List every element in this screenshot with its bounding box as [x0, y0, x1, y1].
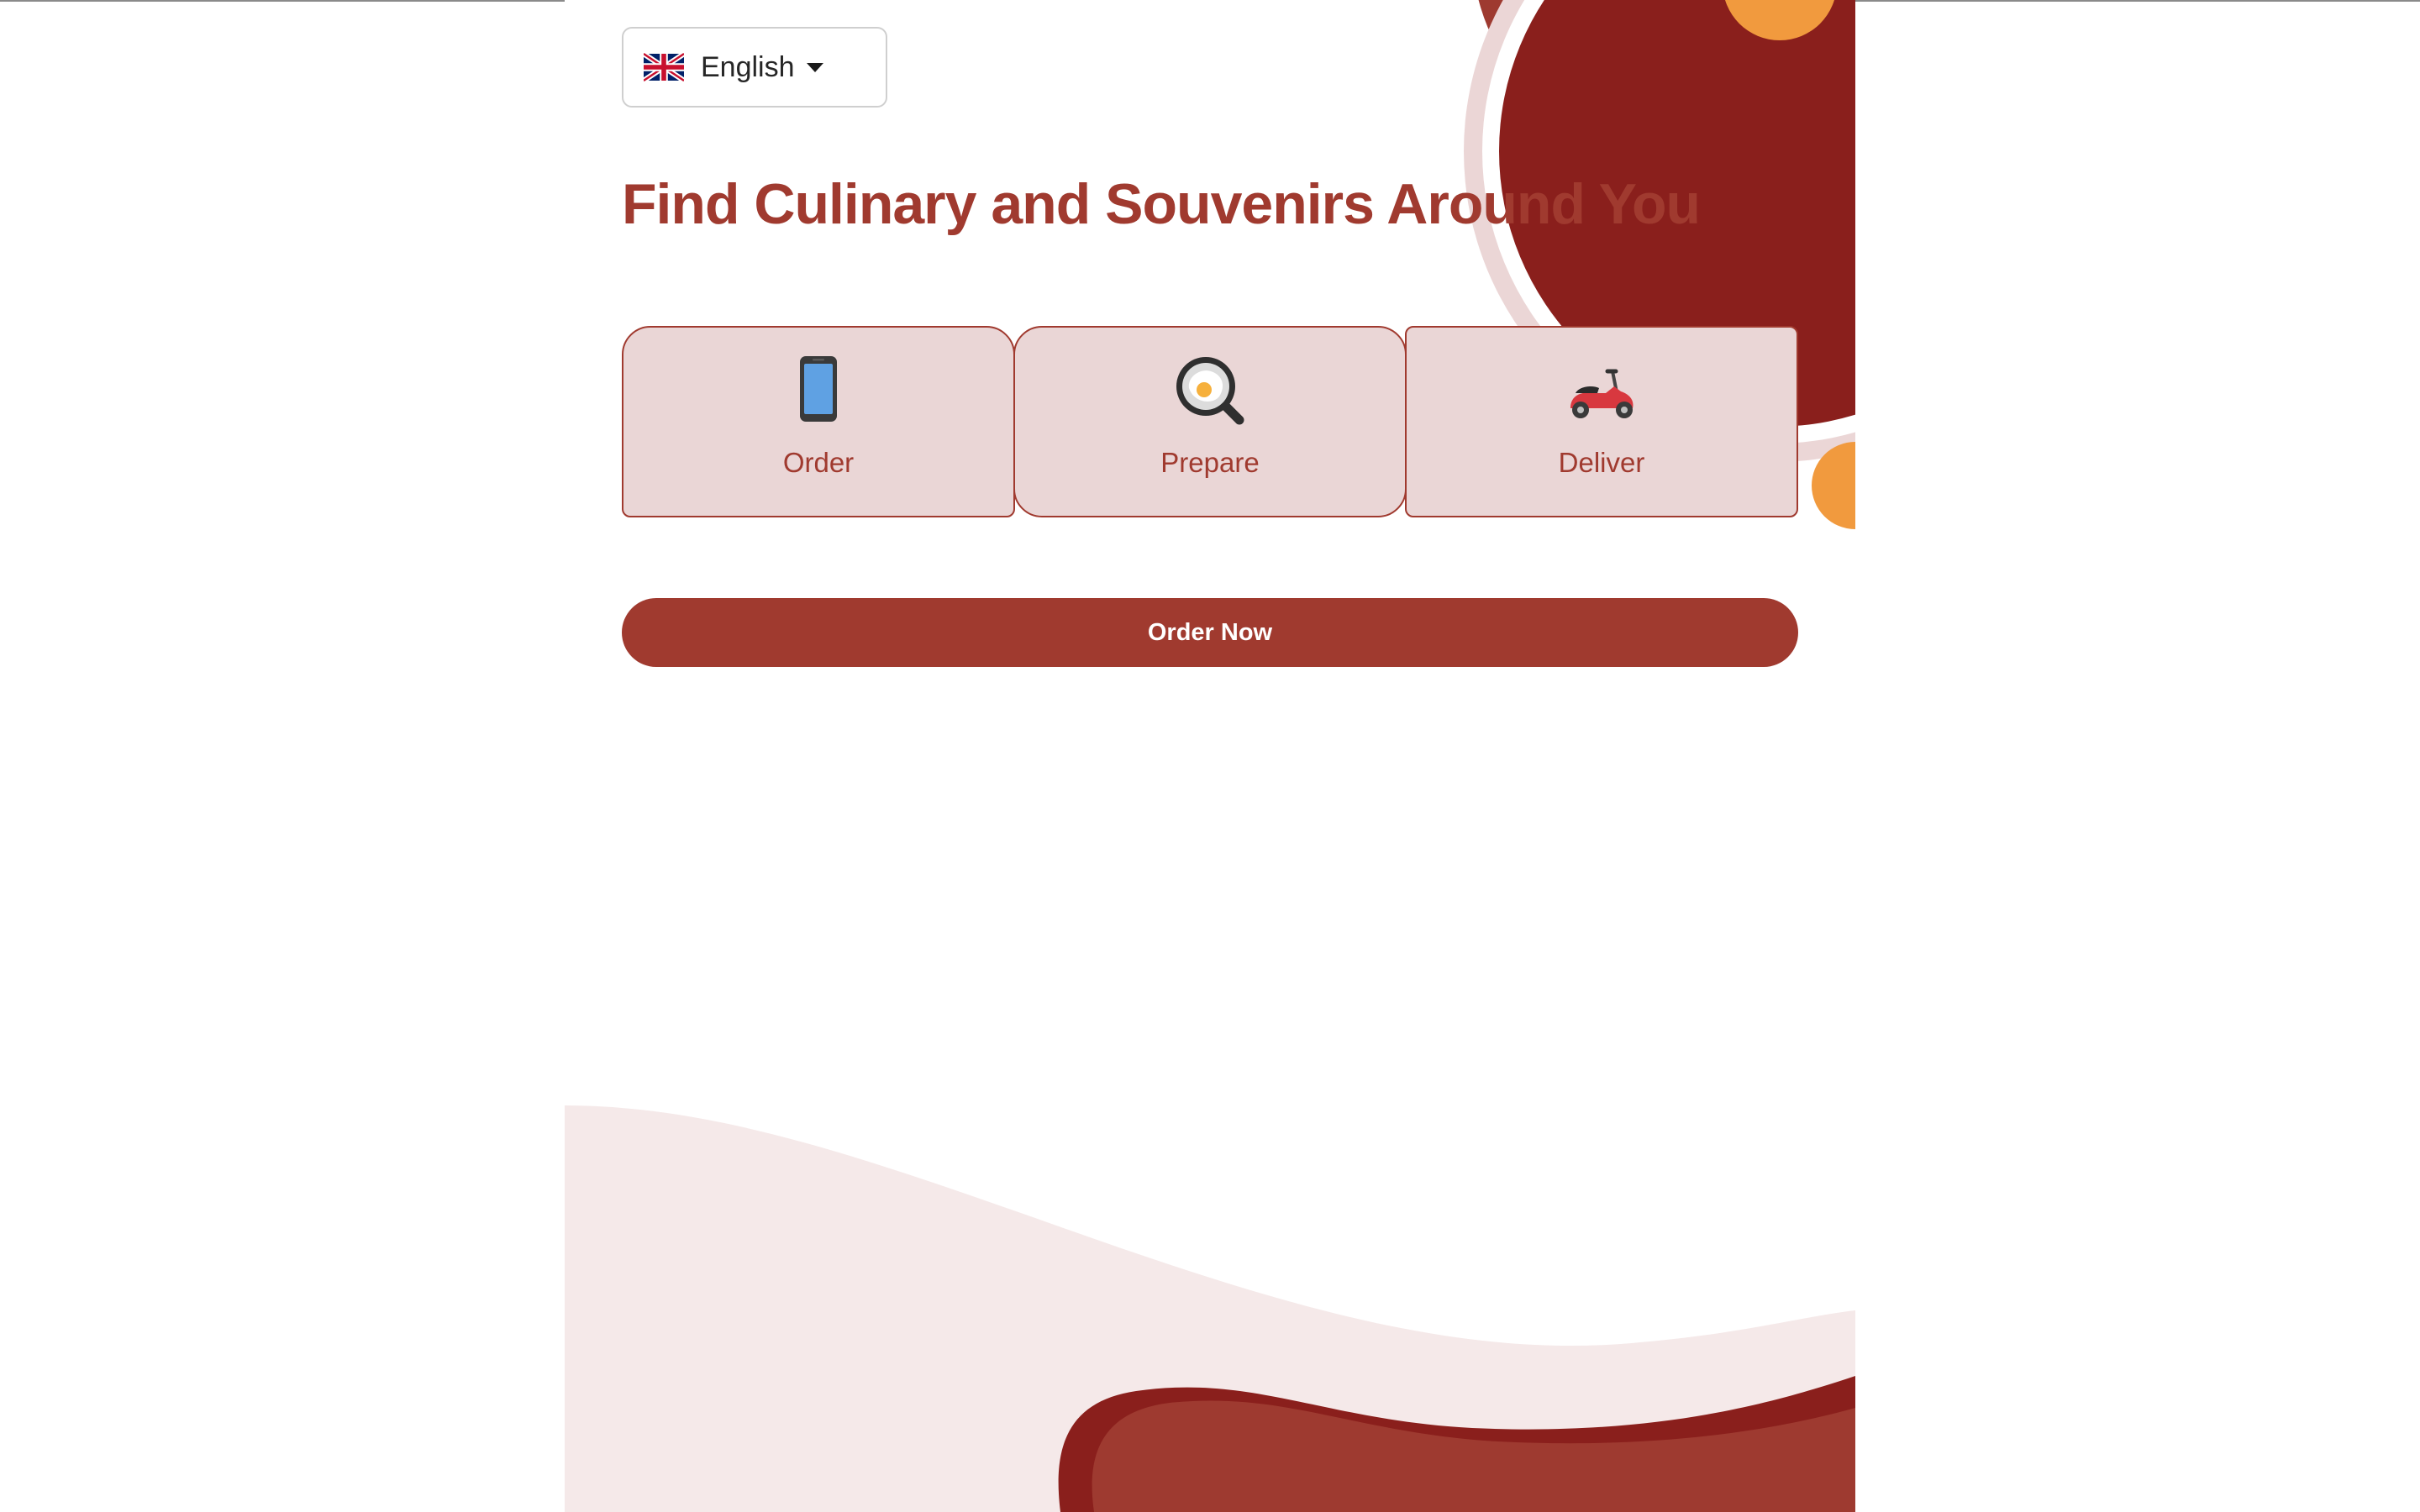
step-card-order[interactable]: Order — [622, 326, 1015, 517]
order-now-button[interactable]: Order Now — [622, 598, 1798, 667]
chevron-down-icon — [806, 62, 823, 72]
language-dropdown[interactable]: English — [622, 27, 887, 108]
step-label-prepare: Prepare — [1160, 447, 1260, 478]
steps-row: Order Prepare Deliver — [622, 326, 1798, 517]
step-card-prepare[interactable]: Prepare — [1013, 326, 1407, 517]
app-viewport: English Find Culinary and Souvenirs Arou… — [565, 0, 1855, 1512]
step-label-deliver: Deliver — [1558, 447, 1645, 478]
scooter-icon — [1570, 369, 1634, 418]
mobile-phone-icon — [800, 356, 837, 422]
uk-flag-icon — [644, 53, 684, 81]
frying-pan-egg-icon — [1176, 357, 1244, 425]
language-label: English — [701, 50, 795, 83]
step-label-order: Order — [782, 447, 855, 478]
step-card-deliver[interactable]: Deliver — [1405, 326, 1798, 517]
page-title: Find Culinary and Souvenirs Around You — [622, 172, 1701, 236]
